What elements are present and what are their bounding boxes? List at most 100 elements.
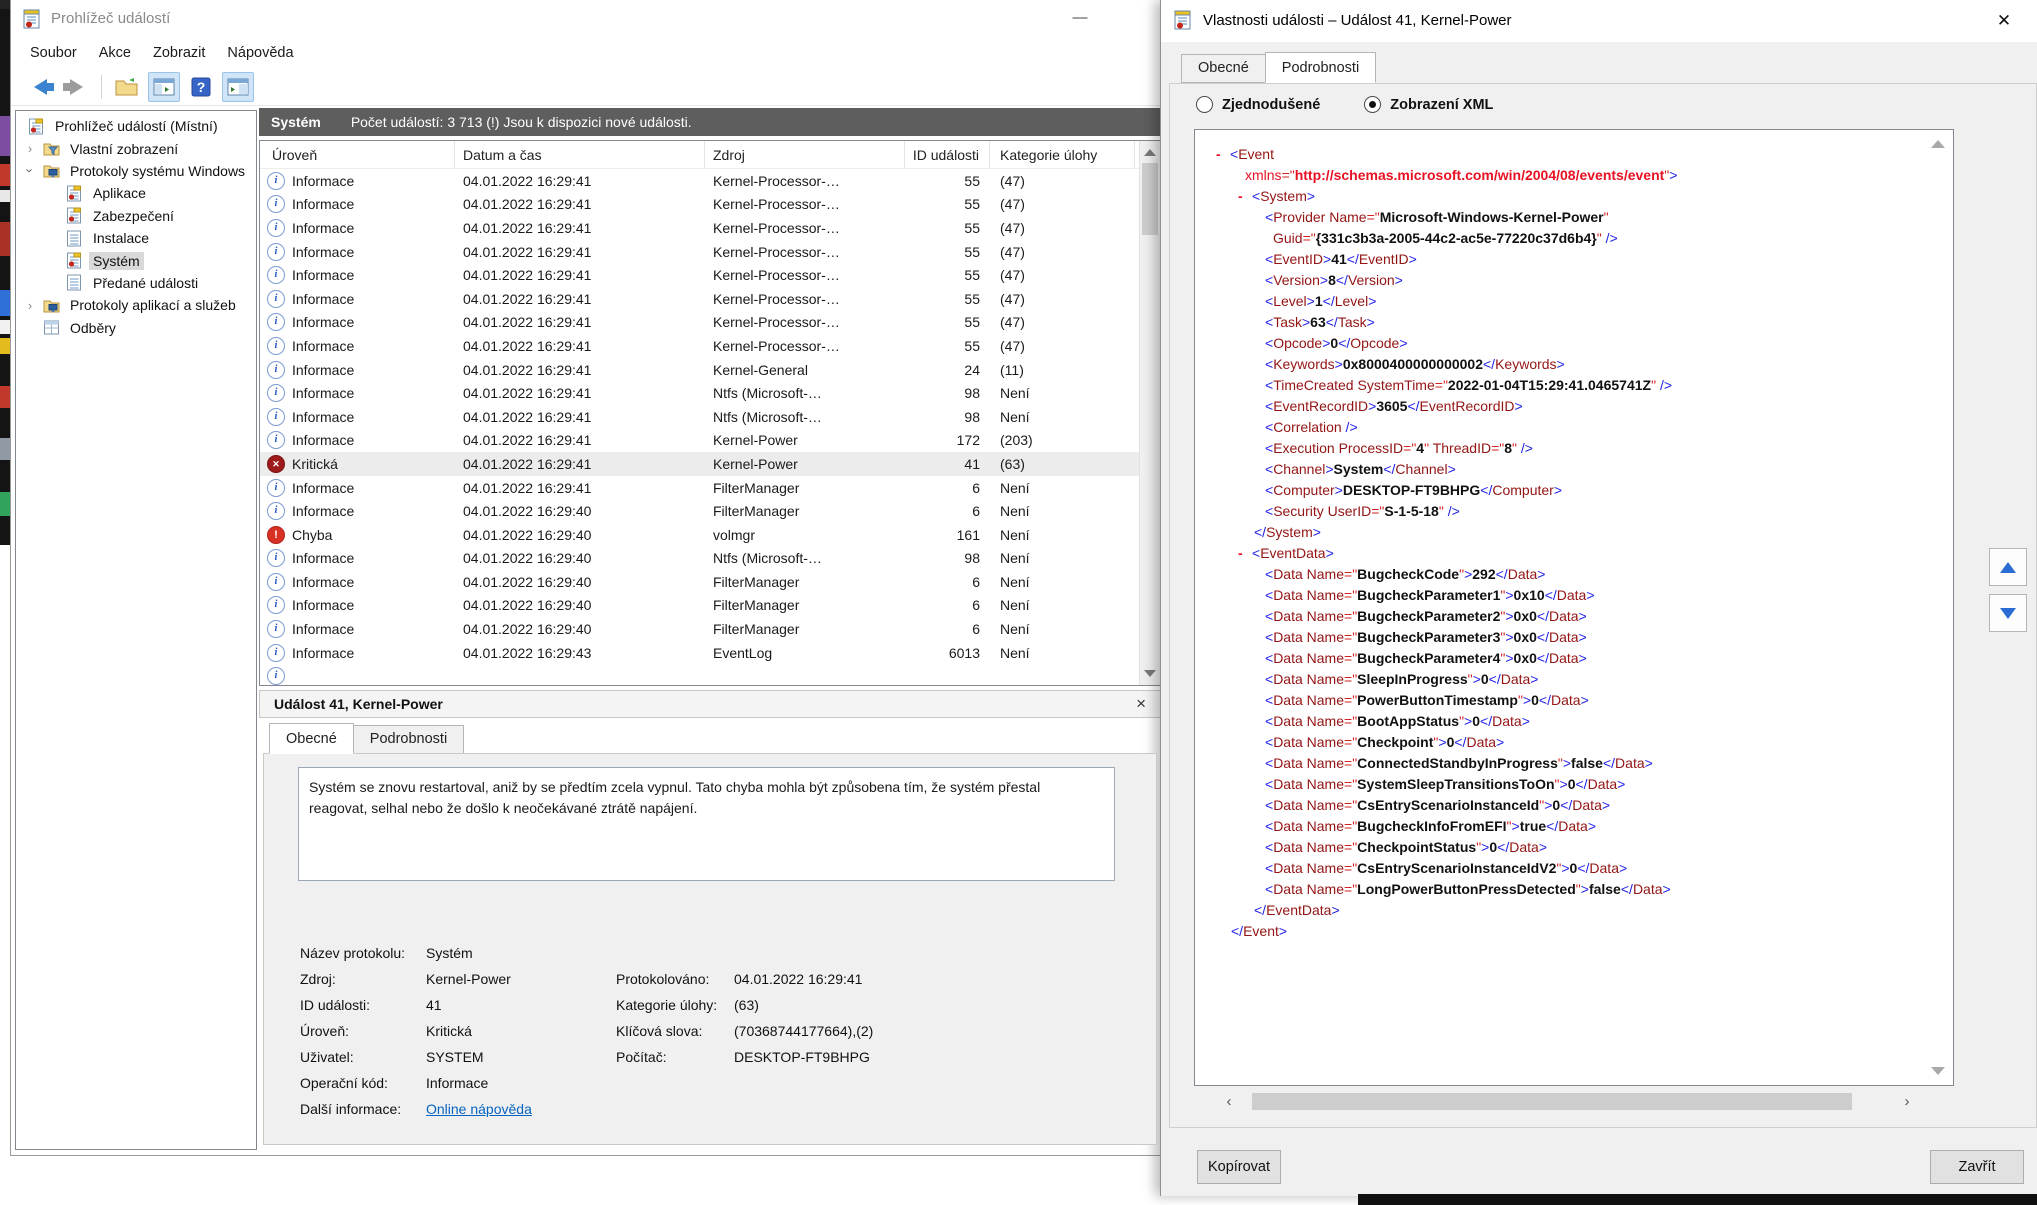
expand-arrow-icon[interactable]: ›	[24, 298, 36, 313]
event-row[interactable]: iInformace04.01.2022 16:29:41Kernel-Proc…	[260, 334, 1140, 358]
scroll-right-icon[interactable]: ›	[1896, 1093, 1918, 1110]
column-header-4[interactable]: Kategorie úlohy	[990, 141, 1135, 168]
event-date: 04.01.2022 16:29:40	[455, 523, 705, 547]
information-icon: i	[267, 479, 285, 497]
event-category: (47)	[990, 334, 1135, 358]
menu-akce[interactable]: Akce	[88, 41, 142, 65]
preview-pane-toggle-icon[interactable]	[222, 72, 254, 102]
event-row[interactable]: iInformace04.01.2022 16:29:41Kernel-Proc…	[260, 263, 1140, 287]
tree-item-4[interactable]: Zabezpečení	[16, 205, 256, 227]
dialog-tab-podrobnosti[interactable]: Podrobnosti	[1265, 52, 1376, 83]
event-row[interactable]: ✕Kritická04.01.2022 16:29:41Kernel-Power…	[260, 452, 1140, 476]
event-row[interactable]: iInformace04.01.2022 16:29:43EventLog601…	[260, 641, 1140, 665]
information-icon: i	[267, 172, 285, 190]
xml-line: <Data Name="BugcheckInfoFromEFI">true</D…	[1195, 816, 1953, 837]
next-event-button[interactable]	[1989, 594, 2027, 632]
event-row[interactable]: iInformace04.01.2022 16:29:41Kernel-Proc…	[260, 193, 1140, 217]
back-icon[interactable]	[25, 73, 55, 101]
event-row[interactable]: iInformace04.01.2022 16:29:40FilterManag…	[260, 594, 1140, 618]
event-row[interactable]: iInformace04.01.2022 16:29:40FilterManag…	[260, 570, 1140, 594]
scroll-up-icon[interactable]	[1144, 149, 1156, 156]
copy-button[interactable]: Kopírovat	[1197, 1150, 1281, 1184]
tree-item-label: Vlastní zobrazení	[66, 140, 182, 158]
event-row[interactable]: iInformace04.01.2022 16:29:41Kernel-Proc…	[260, 311, 1140, 335]
scrollbar-thumb[interactable]	[1252, 1093, 1852, 1110]
menu-zobrazit[interactable]: Zobrazit	[142, 41, 216, 65]
dialog-tab-obecne[interactable]: Obecné	[1181, 54, 1266, 83]
preview-tab-obecne[interactable]: Obecné	[269, 723, 354, 754]
title-bar: Prohlížeč událostí —	[11, 0, 1161, 38]
event-row[interactable]: iInformace04.01.2022 16:29:41Kernel-Proc…	[260, 216, 1140, 240]
event-row[interactable]: iInformace04.01.2022 16:29:41Ntfs (Micro…	[260, 405, 1140, 429]
expand-arrow-icon[interactable]: ›	[24, 141, 36, 156]
event-row[interactable]: iInformace04.01.2022 16:29:41FilterManag…	[260, 476, 1140, 500]
event-row[interactable]: iInformace04.01.2022 16:29:41Kernel-Proc…	[260, 287, 1140, 311]
menu-nápověda[interactable]: Nápověda	[216, 41, 304, 65]
information-icon: i	[267, 573, 285, 591]
table-scrollbar[interactable]	[1139, 141, 1160, 685]
radio-button-icon[interactable]	[1196, 96, 1213, 113]
tree-item-7[interactable]: Předané události	[16, 272, 256, 294]
tree-item-0[interactable]: Prohlížeč událostí (Místní)	[16, 115, 256, 137]
event-row[interactable]: !Chyba04.01.2022 16:29:40volmgr161Není	[260, 523, 1140, 547]
previous-event-button[interactable]	[1989, 548, 2027, 586]
event-id: 24	[905, 358, 990, 382]
column-header-1[interactable]: Datum a čas	[455, 141, 705, 168]
tree-item-label: Aplikace	[89, 184, 150, 202]
event-date: 04.01.2022 16:29:41	[455, 193, 705, 217]
open-saved-log-icon[interactable]	[112, 73, 142, 101]
radio-xml-view[interactable]: Zobrazení XML	[1364, 96, 1493, 113]
tree-item-9[interactable]: Odběry	[16, 317, 256, 339]
column-header-0[interactable]: Úroveň	[260, 141, 455, 168]
console-tree-toggle-icon[interactable]	[148, 72, 180, 102]
scroll-down-icon[interactable]	[1144, 670, 1156, 677]
event-category: (47)	[990, 287, 1135, 311]
log-alert-icon	[66, 207, 83, 224]
dialog-close-icon[interactable]: ✕	[1982, 0, 2026, 42]
event-row[interactable]: iInformace04.01.2022 16:29:40FilterManag…	[260, 617, 1140, 641]
event-category: Není	[990, 476, 1135, 500]
collapse-arrow-icon[interactable]: ›	[23, 165, 38, 177]
minimize-button[interactable]: —	[1057, 0, 1103, 38]
tree-item-8[interactable]: ›Protokoly aplikací a služeb	[16, 294, 256, 316]
column-header-2[interactable]: Zdroj	[705, 141, 905, 168]
event-row[interactable]: iInformace04.01.2022 16:29:41Ntfs (Micro…	[260, 381, 1140, 405]
tree-item-6[interactable]: Systém	[16, 249, 256, 271]
event-row[interactable]: iInformace04.01.2022 16:29:41Kernel-Powe…	[260, 429, 1140, 453]
tree-item-3[interactable]: Aplikace	[16, 182, 256, 204]
tree-item-5[interactable]: Instalace	[16, 227, 256, 249]
radio-simplified[interactable]: Zjednodušené	[1196, 96, 1320, 113]
preview-close-icon[interactable]: ×	[1136, 694, 1146, 714]
scrollbar-thumb[interactable]	[1142, 163, 1158, 235]
event-row[interactable]: i	[260, 664, 1140, 685]
help-icon[interactable]: ?	[186, 73, 216, 101]
scroll-left-icon[interactable]: ‹	[1218, 1093, 1240, 1110]
xml-scroll-up-icon[interactable]	[1931, 140, 1945, 148]
xml-scroll-down-icon[interactable]	[1931, 1067, 1945, 1075]
close-button[interactable]: Zavřít	[1930, 1150, 2024, 1184]
tree-item-1[interactable]: › Vlastní zobrazení	[16, 137, 256, 159]
scrollbar-track[interactable]	[1240, 1093, 1896, 1110]
event-level: Informace	[292, 362, 354, 378]
event-row[interactable]: iInformace04.01.2022 16:29:41Kernel-Proc…	[260, 169, 1140, 193]
tree-item-2[interactable]: ›Protokoly systému Windows	[16, 160, 256, 182]
xml-view[interactable]: -<Eventxmlns="http://schemas.microsoft.c…	[1194, 129, 1954, 1086]
preview-tab-podrobnosti[interactable]: Podrobnosti	[353, 725, 464, 754]
event-id: 161	[905, 523, 990, 547]
xml-horizontal-scrollbar[interactable]: ‹ ›	[1218, 1091, 1918, 1111]
online-help-link[interactable]: Online nápověda	[426, 1101, 532, 1117]
event-id: 55	[905, 169, 990, 193]
menu-soubor[interactable]: Soubor	[19, 41, 88, 65]
forward-icon[interactable]	[61, 73, 91, 101]
event-row[interactable]: iInformace04.01.2022 16:29:41Kernel-Gene…	[260, 358, 1140, 382]
radio-button-icon[interactable]	[1364, 96, 1381, 113]
event-row[interactable]: iInformace04.01.2022 16:29:40Ntfs (Micro…	[260, 547, 1140, 571]
tree-item-label: Odběry	[66, 319, 120, 337]
column-header-3[interactable]: ID události	[905, 141, 990, 168]
event-row[interactable]: iInformace04.01.2022 16:29:41Kernel-Proc…	[260, 240, 1140, 264]
event-description[interactable]: Systém se znovu restartoval, aniž by se …	[298, 767, 1115, 881]
xml-line: <Data Name="BugcheckCode">292</Data>	[1195, 564, 1953, 585]
tree-item-label: Systém	[89, 252, 144, 270]
event-row[interactable]: iInformace04.01.2022 16:29:40FilterManag…	[260, 499, 1140, 523]
field-label: Uživatel:	[300, 1049, 354, 1065]
